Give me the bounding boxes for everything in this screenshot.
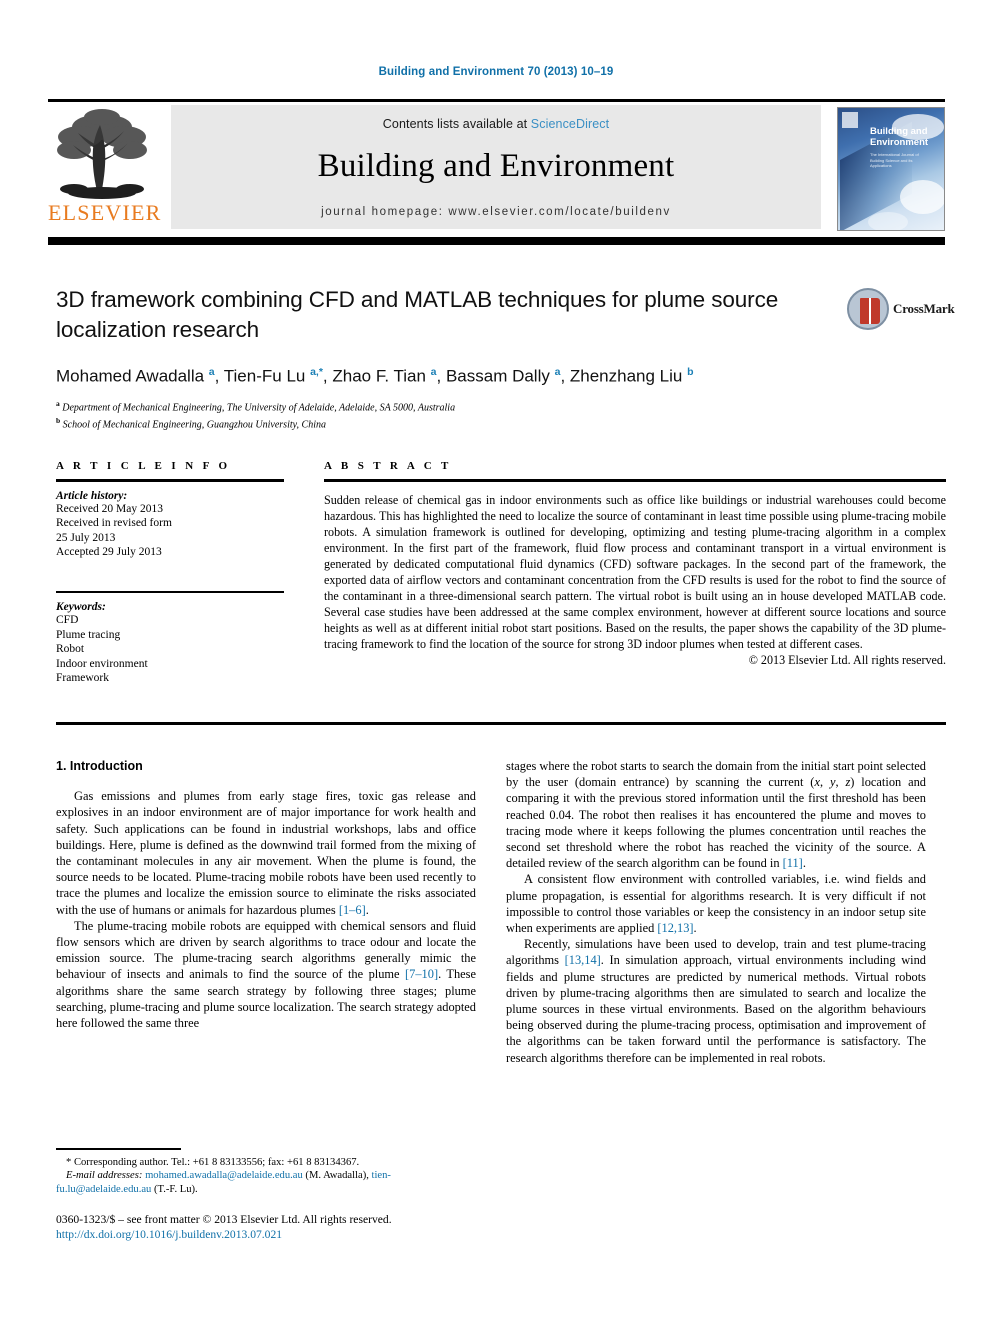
elsevier-logo: ELSEVIER [48, 105, 161, 229]
crossmark-book-icon [860, 298, 880, 324]
contents-available-line: Contents lists available at ScienceDirec… [171, 105, 821, 131]
title-block: 3D framework combining CFD and MATLAB te… [56, 285, 836, 431]
corresponding-author-note: * Corresponding author. Tel.: +61 8 8313… [66, 1156, 360, 1168]
paragraph: The plume-tracing mobile robots are equi… [56, 918, 476, 1031]
affiliation-a-text: Department of Mechanical Engineering, Th… [62, 401, 456, 413]
affiliation-a: a Department of Mechanical Engineering, … [56, 398, 456, 413]
journal-title: Building and Environment [317, 148, 675, 184]
crossmark-label: CrossMark [893, 301, 955, 316]
keyword-item: CFD [56, 614, 79, 626]
history-line: Received in revised form [56, 517, 172, 529]
abstract-heading: A B S T R A C T [324, 460, 452, 472]
affiliation-b-text: School of Mechanical Engineering, Guangz… [62, 419, 326, 431]
journal-homepage-link[interactable]: journal homepage: www.elsevier.com/locat… [171, 206, 821, 218]
cover-subtitle: The International Journal of Building Sc… [870, 152, 919, 168]
cover-title-line1: Building and [870, 126, 928, 137]
imprint-block: 0360-1323/$ – see front matter © 2013 El… [56, 1212, 516, 1242]
elsevier-tree-icon [48, 105, 156, 201]
history-line: Received 20 May 2013 [56, 502, 163, 515]
email-addresses-note[interactable]: E-mail addresses: mohamed.awadalla@adela… [56, 1169, 476, 1196]
paragraph: Gas emissions and plumes from early stag… [56, 789, 476, 917]
article-info-heading: A R T I C L E I N F O [56, 460, 231, 472]
cover-cloud-icon [868, 212, 908, 230]
cover-title: Building and Environment [870, 126, 928, 148]
running-head: Building and Environment 70 (2013) 10–19 [378, 66, 614, 78]
masthead-top-rule [48, 99, 945, 102]
journal-band: Contents lists available at ScienceDirec… [171, 105, 821, 229]
body-right-column: stages where the robot starts to search … [506, 758, 926, 1066]
info-abstract-bottom-rule [56, 722, 946, 725]
abstract-column: A B S T R A C T Sudden release of chemic… [324, 460, 946, 668]
body-left-column: 1. Introduction Gas emissions and plumes… [56, 758, 476, 1031]
cover-elsevier-mark [842, 112, 858, 128]
abstract-text: Sudden release of chemical gas in indoor… [324, 492, 946, 652]
affiliations: a Department of Mechanical Engineering, … [56, 397, 836, 432]
keyword-item: Plume tracing [56, 628, 121, 641]
cover-cloud-icon [900, 180, 944, 214]
history-line: Accepted 29 July 2013 [56, 546, 162, 558]
crossmark-badge[interactable]: CrossMark [847, 288, 955, 332]
masthead-body: ELSEVIER Contents lists available at Sci… [48, 105, 945, 233]
cover-title-line2: Environment [870, 137, 929, 148]
keywords-list: CFD Plume tracing Robot Indoor environme… [56, 613, 284, 686]
footnote-rule [56, 1148, 181, 1150]
journal-cover-thumbnail: Building and Environment The Internation… [837, 107, 945, 231]
contents-prefix-text: Contents lists available at [382, 117, 531, 131]
sciencedirect-link[interactable]: ScienceDirect [531, 117, 609, 131]
article-info-column: A R T I C L E I N F O Article history: R… [56, 460, 284, 686]
section-heading-introduction: 1. Introduction [56, 759, 143, 773]
keyword-item: Robot [56, 643, 85, 655]
crossmark-disc-icon [847, 288, 889, 330]
keywords-rule [56, 590, 284, 593]
keyword-item: Framework [56, 672, 110, 684]
article-info-rule [56, 479, 284, 482]
author-list: Mohamed Awadalla a, Tien-Fu Lu a,*, Zhao… [56, 366, 694, 386]
paragraph: stages where the robot starts to search … [506, 759, 926, 871]
page-title: 3D framework combining CFD and MATLAB te… [56, 287, 779, 342]
history-line: 25 July 2013 [56, 531, 116, 544]
affiliation-b: b School of Mechanical Engineering, Guan… [56, 415, 326, 431]
masthead-bottom-rule [48, 237, 945, 245]
issn-copyright-line: 0360-1323/$ – see front matter © 2013 El… [56, 1213, 392, 1226]
paragraph: A consistent flow environment with contr… [506, 872, 926, 936]
keywords-label: Keywords: [56, 601, 106, 613]
abstract-rule [324, 479, 946, 482]
elsevier-wordmark: ELSEVIER [48, 200, 162, 225]
keywords-block: Keywords: CFD Plume tracing Robot Indoor… [56, 590, 284, 686]
keyword-item: Indoor environment [56, 657, 148, 670]
footnote-block: * Corresponding author. Tel.: +61 8 8313… [56, 1148, 476, 1196]
paragraph: Recently, simulations have been used to … [506, 937, 926, 1065]
doi-link[interactable]: http://dx.doi.org/10.1016/j.buildenv.201… [56, 1227, 516, 1242]
journal-masthead: ELSEVIER Contents lists available at Sci… [48, 99, 945, 245]
abstract-copyright: © 2013 Elsevier Ltd. All rights reserved… [748, 653, 946, 668]
article-history-lines: Received 20 May 2013 Received in revised… [56, 502, 284, 560]
paper-page: Building and Environment 70 (2013) 10–19 [0, 0, 992, 1323]
article-history-label: Article history: [56, 489, 128, 502]
